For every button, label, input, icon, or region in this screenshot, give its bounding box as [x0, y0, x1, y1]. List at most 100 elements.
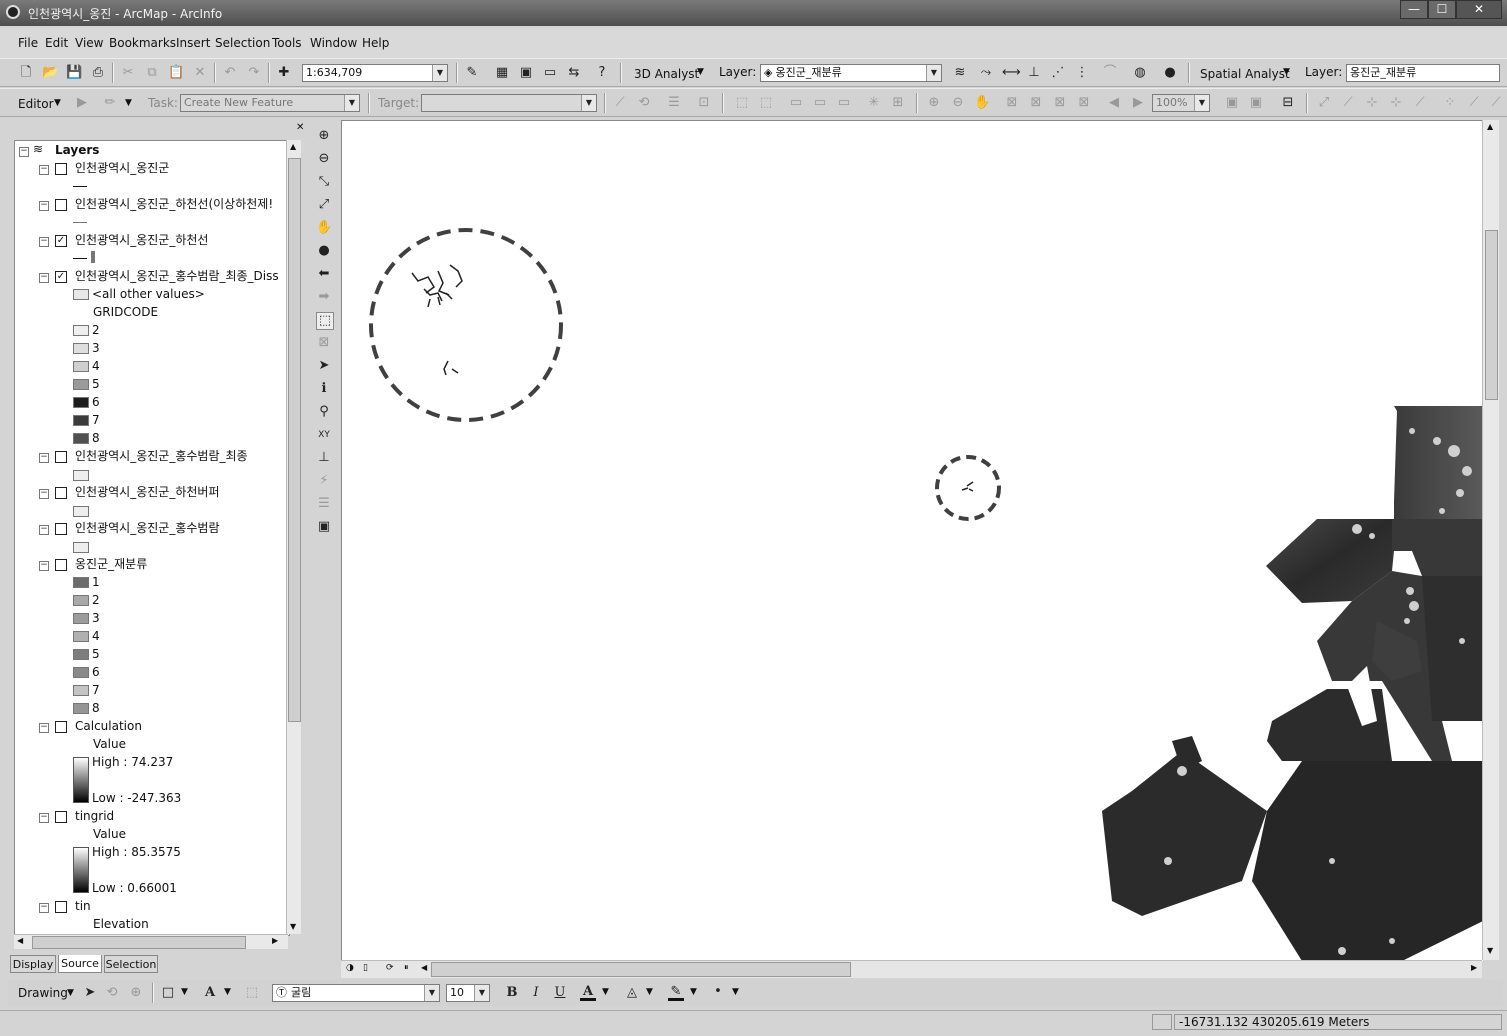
menu-bookmarks[interactable]: Bookmarks [109, 36, 176, 50]
save-icon[interactable]: 💾 [66, 65, 82, 81]
contour-icon[interactable]: ≋ [952, 65, 968, 81]
pan-icon[interactable]: ✋ [316, 220, 332, 236]
select-elements-icon[interactable]: ➤ [316, 358, 332, 374]
menu-window[interactable]: Window [310, 36, 357, 50]
paste-icon[interactable]: 📋 [168, 65, 184, 81]
go-back-extent-icon[interactable]: ◀ [1106, 95, 1122, 111]
rotate-tool-icon[interactable]: ⟲ [636, 95, 652, 111]
line-of-sight-icon[interactable]: ⟷ [1002, 65, 1021, 81]
snap-icon[interactable]: ⟋ [1466, 95, 1482, 111]
menu-insert[interactable]: Insert [176, 36, 210, 50]
zoom-in-icon[interactable]: ⊕ [316, 128, 332, 144]
focus-frame-icon[interactable]: ▣ [1248, 95, 1264, 111]
tab-display[interactable]: Display [10, 955, 56, 973]
toc-horizontal-scrollbar[interactable]: ◀ ▶ [14, 934, 288, 949]
map-vertical-scrollbar[interactable]: ▲ ▼ [1482, 120, 1499, 960]
command-line-icon[interactable]: ▭ [542, 65, 558, 81]
fixed-zoom-out-icon[interactable]: ⊠ [1076, 95, 1092, 111]
target-combo[interactable]: ▼ [421, 94, 597, 112]
chevron-down-icon[interactable]: ▼ [344, 95, 359, 111]
drawing-menu[interactable]: Drawing [18, 986, 68, 1000]
collapse-icon[interactable]: − [19, 147, 29, 157]
delete-icon[interactable]: ✕ [192, 65, 208, 81]
chevron-down-icon[interactable]: ▼ [54, 98, 61, 108]
menu-edit[interactable]: Edit [45, 36, 68, 50]
layout-view-icon[interactable]: ▯ [363, 963, 368, 973]
explode-icon[interactable]: ✳ [866, 95, 882, 111]
chevron-down-icon[interactable]: ▼ [67, 988, 74, 998]
data-view-icon[interactable]: ◑ [346, 963, 354, 973]
forward-extent-icon[interactable]: ➡ [316, 289, 332, 305]
collapse-icon[interactable]: − [39, 561, 49, 571]
steepest-path-icon[interactable]: ⤳ [978, 65, 994, 81]
open-folder-icon[interactable]: 📂 [42, 65, 58, 81]
arrow-right-icon[interactable]: ▶ [1471, 963, 1477, 972]
chevron-down-icon[interactable]: ▼ [646, 987, 653, 997]
delete-link-icon[interactable]: ⟋ [1412, 95, 1428, 111]
arctoolbox-icon[interactable]: ▣ [518, 65, 534, 81]
scroll-thumb[interactable] [1485, 230, 1498, 400]
layer-name[interactable]: 인천광역시_옹진군_홍수범람 [75, 519, 219, 537]
layer-name[interactable]: 인천광역시_옹진군 [75, 159, 169, 177]
font-size-combo[interactable]: 10 ▼ [446, 984, 490, 1002]
georef-icon[interactable]: ⤢ [1316, 95, 1332, 111]
spatial-layer-combo[interactable]: 옹진군_재분류 [1346, 64, 1500, 82]
order-icon[interactable]: ▭ [836, 95, 852, 111]
layer-name[interactable]: 인천광역시_옹진군_하천선 [75, 231, 208, 249]
clear-selection-icon[interactable]: ⬚ [758, 95, 774, 111]
chevron-down-icon[interactable]: ▼ [181, 987, 188, 997]
fixed-zoom-in-icon[interactable]: ⊠ [1052, 95, 1068, 111]
print-icon[interactable]: ⎙ [90, 65, 106, 81]
layout-pan-icon[interactable]: ✋ [974, 95, 990, 111]
profile-graph-icon[interactable]: ⌒ [1102, 65, 1118, 81]
arcscene-icon[interactable]: ◍ [1132, 65, 1148, 81]
change-layout-icon[interactable]: ⊟ [1280, 95, 1296, 111]
spatial-analyst-menu[interactable]: Spatial Analyst [1200, 67, 1290, 81]
attributes-icon[interactable]: ☰ [666, 95, 682, 111]
layer-visibility-checkbox[interactable] [55, 559, 67, 571]
minimize-button[interactable]: — [1400, 0, 1428, 19]
layer-visibility-checkbox[interactable] [55, 163, 67, 175]
layer-visibility-checkbox[interactable] [55, 487, 67, 499]
layers-root[interactable]: Layers [55, 141, 99, 159]
add-link-icon[interactable]: ⊹ [1364, 95, 1380, 111]
chevron-down-icon[interactable]: ▼ [125, 98, 132, 108]
map-display[interactable] [341, 120, 1483, 961]
layer-name[interactable]: tin [75, 897, 91, 915]
arrow-up-icon[interactable]: ▲ [1487, 122, 1493, 131]
scroll-thumb[interactable] [288, 158, 301, 722]
layer-name[interactable]: 인천광역시_옹진군_하천버퍼 [75, 483, 219, 501]
task-combo[interactable]: Create New Feature ▼ [180, 94, 360, 112]
zoom-out-icon[interactable]: ⊖ [316, 151, 332, 167]
collapse-icon[interactable]: − [39, 489, 49, 499]
chevron-down-icon[interactable]: ▼ [697, 67, 704, 77]
sketch-properties-icon[interactable]: ⊡ [696, 95, 712, 111]
menu-view[interactable]: View [75, 36, 103, 50]
select-features-icon[interactable]: ⬚ [316, 312, 334, 330]
font-combo[interactable]: Ⓣ 굴림 ▼ [272, 984, 440, 1002]
refresh-icon[interactable]: ⟳ [386, 963, 394, 973]
3d-layer-combo[interactable]: ◈ 옹진군_재분류 ▼ [760, 64, 942, 82]
select-features-icon[interactable]: ⬚ [734, 95, 750, 111]
model-builder-icon[interactable]: ⇆ [566, 65, 582, 81]
map-scale-combo[interactable]: 1:634,709 ▼ [302, 64, 448, 82]
layer-visibility-checkbox[interactable] [55, 199, 67, 211]
arrow-left-icon[interactable]: ◀ [421, 963, 427, 972]
layer-visibility-checkbox[interactable] [55, 721, 67, 733]
close-button[interactable]: ✕ [1456, 0, 1502, 19]
3d-analyst-menu[interactable]: 3D Analyst [634, 67, 699, 81]
arrow-right-icon[interactable]: ▶ [272, 936, 278, 945]
group-icon[interactable]: ▭ [788, 95, 804, 111]
cut-icon[interactable]: ✂ [120, 65, 136, 81]
chevron-down-icon[interactable]: ▼ [474, 985, 489, 1001]
adjust-icon[interactable]: ⁘ [1442, 95, 1458, 111]
time-slider-icon[interactable]: ▣ [316, 519, 332, 535]
collapse-icon[interactable]: − [39, 903, 49, 913]
chevron-down-icon[interactable]: ▼ [1283, 67, 1290, 77]
layout-zoom-out-icon[interactable]: ⊖ [950, 95, 966, 111]
chevron-down-icon[interactable]: ▼ [432, 65, 447, 81]
zoom-100-icon[interactable]: ⊠ [1028, 95, 1044, 111]
collapse-icon[interactable]: − [39, 525, 49, 535]
chevron-down-icon[interactable]: ▼ [1194, 95, 1209, 111]
rotate-icon[interactable]: ⟲ [104, 985, 120, 1001]
